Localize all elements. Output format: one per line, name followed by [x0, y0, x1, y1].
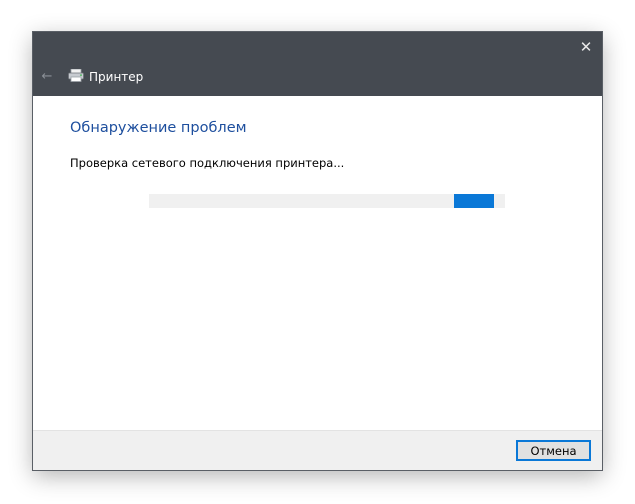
status-text: Проверка сетевого подключения принтера..… [70, 156, 345, 170]
back-arrow-icon: ← [41, 68, 53, 84]
footer-bar: Отмена [33, 430, 602, 470]
window-title: Принтер [89, 70, 144, 84]
page-heading: Обнаружение проблем [70, 120, 247, 136]
troubleshooter-window: ✕ ← Принтер Обнаружение проблем Проверка… [33, 32, 602, 470]
printer-icon [68, 69, 84, 82]
content-area: Обнаружение проблем Проверка сетевого по… [33, 96, 602, 430]
progress-indicator [454, 194, 494, 208]
progress-bar [149, 194, 505, 208]
title-bar: ✕ ← Принтер [33, 32, 602, 96]
back-button[interactable]: ← [39, 68, 55, 84]
close-icon: ✕ [579, 37, 593, 56]
cancel-button[interactable]: Отмена [516, 440, 591, 461]
close-button[interactable]: ✕ [570, 32, 602, 62]
